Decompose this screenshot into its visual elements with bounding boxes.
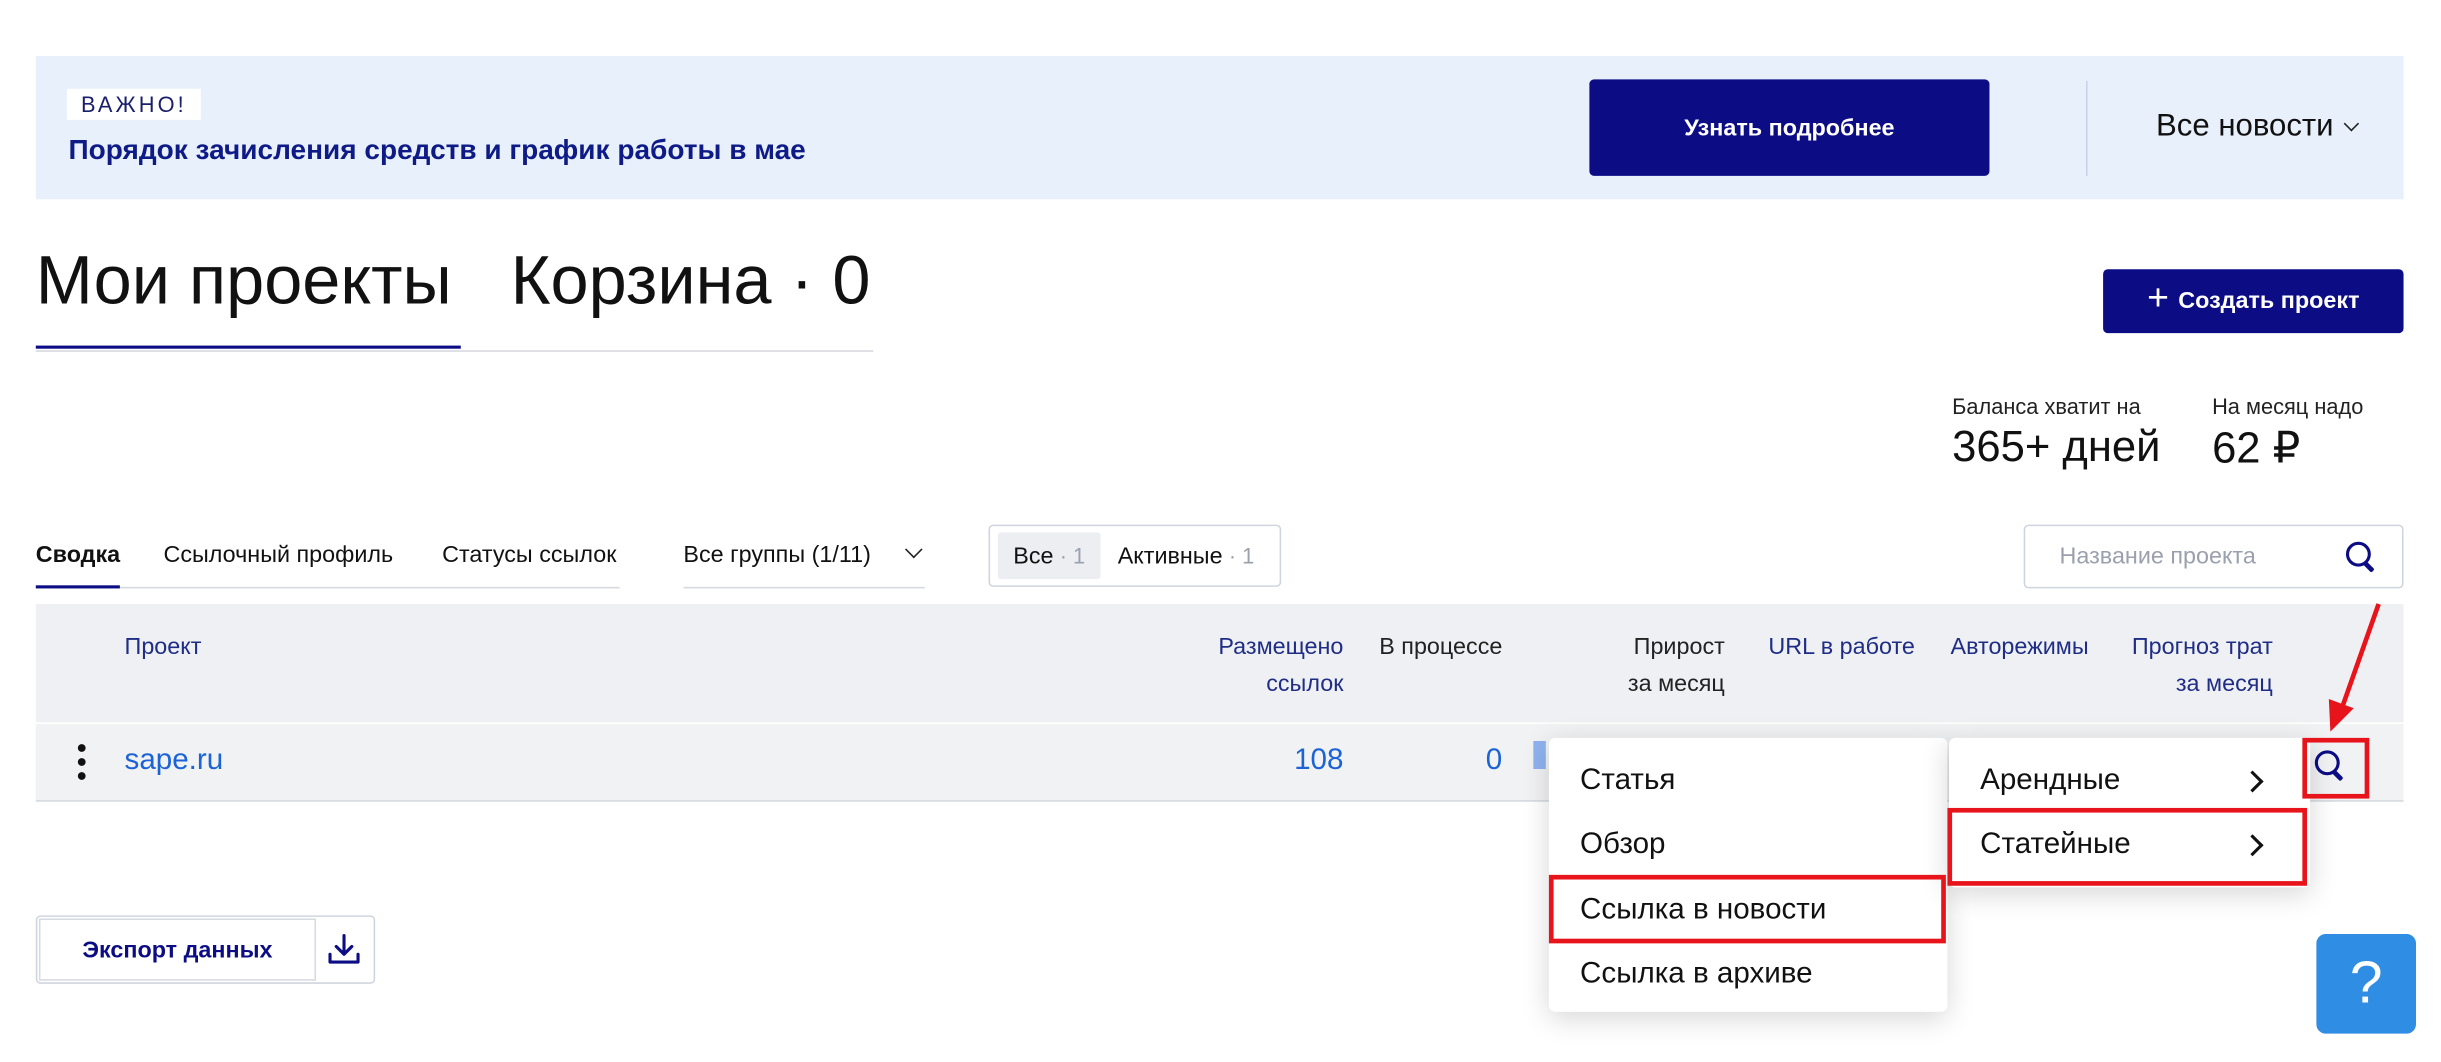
page: ВАЖНО! Порядок зачисления средств и граф… [0,0,2441,1062]
red-arrow-annotation [2328,603,2381,732]
help-button[interactable]: ? [2316,934,2416,1034]
